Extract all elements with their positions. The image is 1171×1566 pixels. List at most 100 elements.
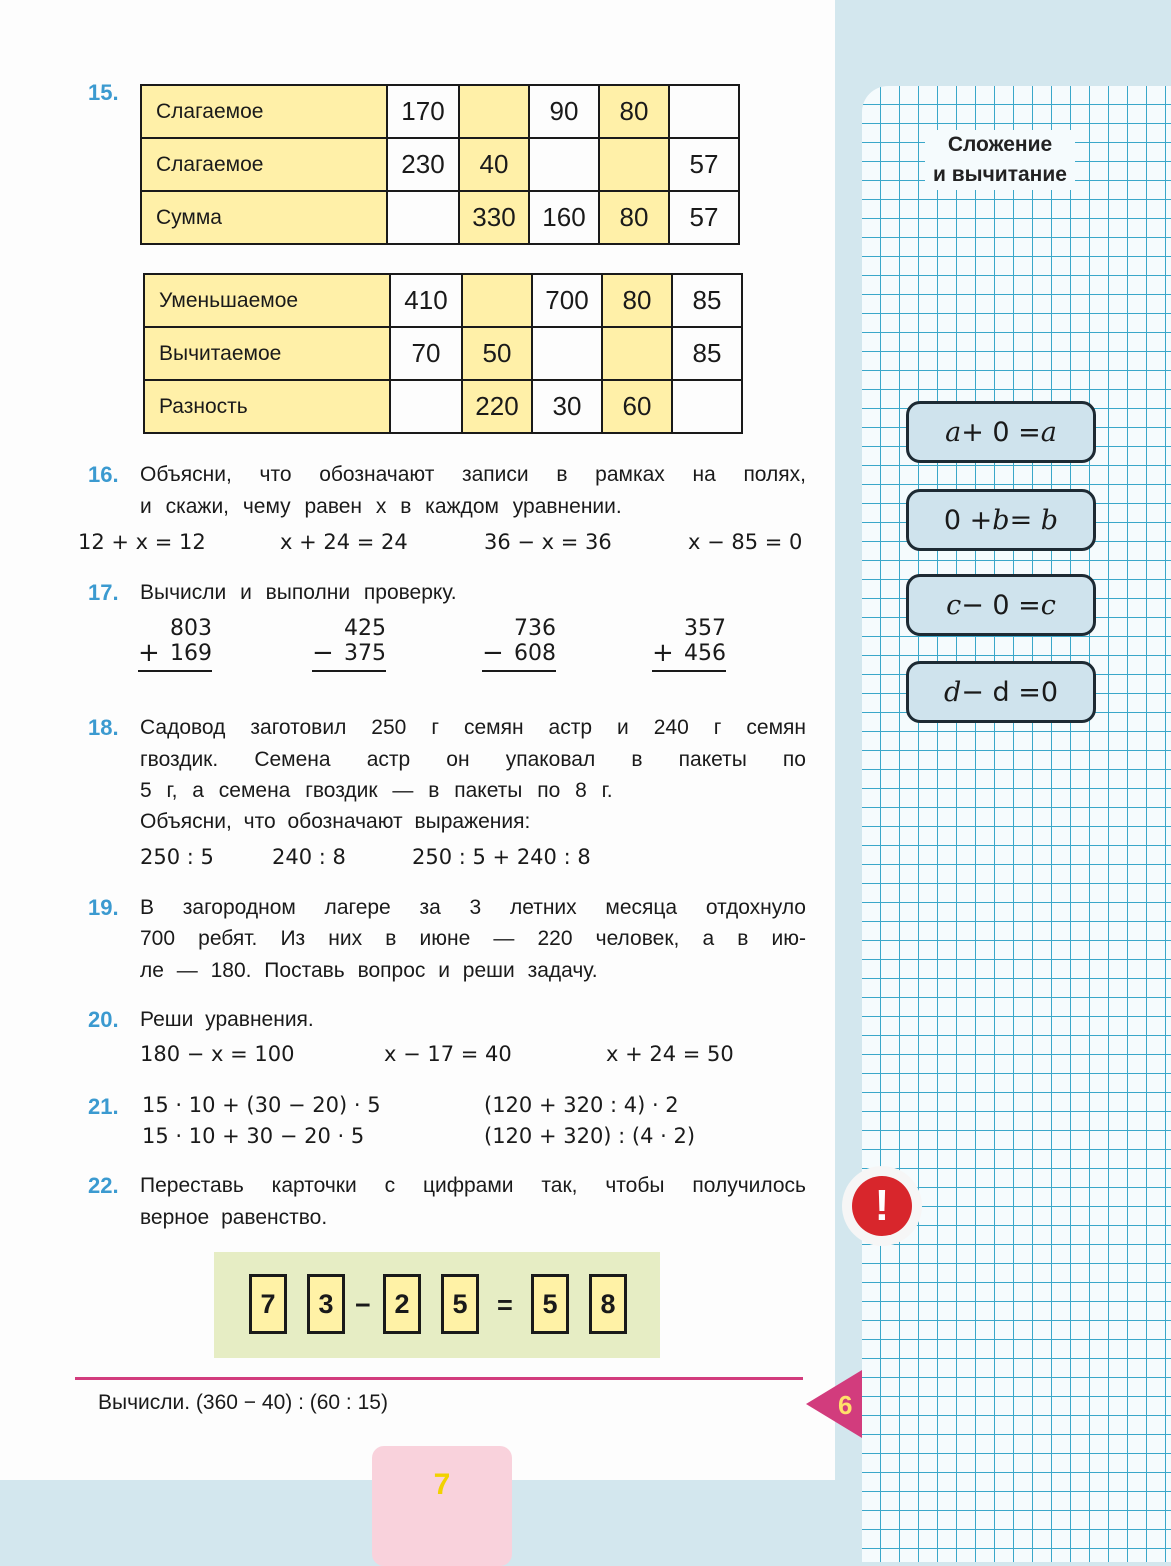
expression: (120 + 320) : (4 · 2) <box>484 1124 696 1148</box>
row-label: Слагаемое <box>140 84 388 139</box>
task-19-line-3: ле — 180. Поставь вопрос и реши задачу. <box>140 959 598 982</box>
task-19-number: 19. <box>88 895 119 920</box>
operand-top: 357 <box>684 616 726 641</box>
table-cell: 70 <box>389 326 463 381</box>
column-computation: + 357 456 <box>652 616 726 672</box>
digit-card[interactable]: 5 <box>531 1274 569 1334</box>
task-18-line-4: Объясни, что обозначают выражения: <box>140 810 531 833</box>
task-18-line-3: 5 г, а семена гвоздик — в пакеты по 8 г. <box>140 779 613 802</box>
table-cell: 30 <box>531 379 603 434</box>
operand-top: 425 <box>344 616 386 641</box>
extra-task: Вычисли. (360 − 40) : (60 : 15) <box>98 1391 388 1414</box>
expression: 15 · 10 + 30 − 20 · 5 <box>142 1124 365 1148</box>
section-marker-number: 6 <box>838 1390 853 1420</box>
rule-2-left: 0 + <box>943 504 993 536</box>
row-label: Уменьшаемое <box>143 273 391 328</box>
task-22-line-2: верное равенство. <box>140 1206 328 1229</box>
table-cell: 90 <box>528 84 600 139</box>
column-computation: + 803 169 <box>138 616 212 672</box>
plus-sign: + <box>138 638 160 668</box>
digit-card[interactable]: 7 <box>249 1274 287 1334</box>
table-cell: 57 <box>668 137 740 192</box>
exclamation-icon: ! <box>852 1176 912 1236</box>
table-cell <box>458 84 530 139</box>
rule-4-var: d <box>943 676 962 708</box>
result-line <box>652 670 726 672</box>
digit-card[interactable]: 8 <box>589 1274 627 1334</box>
task-19-line-2: 700 ребят. Из них в июне — 220 человек, … <box>140 927 806 950</box>
expression: 250 : 5 <box>140 845 214 869</box>
rule-1-op: + 0 = <box>961 416 1041 448</box>
page-number: 7 <box>433 1468 451 1501</box>
attention-icon: ! <box>842 1166 922 1246</box>
table-cell <box>461 273 533 328</box>
rule-card-4: d − d = 0 <box>906 661 1096 723</box>
table-cell <box>601 326 673 381</box>
row-label: Слагаемое <box>140 137 388 192</box>
digit-card[interactable]: 2 <box>383 1274 421 1334</box>
operand-top: 803 <box>170 616 212 641</box>
digit-card[interactable]: 3 <box>307 1274 345 1334</box>
table-cell: 60 <box>601 379 673 434</box>
rule-card-1: a + 0 = a <box>906 401 1096 463</box>
operand-top: 736 <box>514 616 556 641</box>
table-cell: 85 <box>671 326 743 381</box>
row-label: Сумма <box>140 190 388 245</box>
equals-sign: = <box>497 1290 513 1320</box>
task-16-number: 16. <box>88 462 119 487</box>
operand-bottom: 169 <box>170 641 212 666</box>
table-cell: 80 <box>601 273 673 328</box>
table-cell: 57 <box>668 190 740 245</box>
rule-1-result: a <box>1040 416 1057 448</box>
rule-card-2: 0 + b = b <box>906 489 1096 551</box>
table-cell: 230 <box>386 137 460 192</box>
table-cell <box>668 84 740 139</box>
result-line <box>482 670 556 672</box>
task-22-line-1: Переставь карточки с цифрами так, чтобы … <box>140 1174 806 1197</box>
table-cell: 160 <box>528 190 600 245</box>
topic-line-2: и вычитание <box>933 163 1067 186</box>
task-16-line-2: и скажи, чему равен x в каждом уравнении… <box>140 495 622 518</box>
sum-table: Слагаемое 170 90 80 Слагаемое 230 40 57 … <box>140 84 740 245</box>
table-cell: 40 <box>458 137 530 192</box>
table-cell: 85 <box>671 273 743 328</box>
rule-4-result: 0 <box>1040 676 1059 708</box>
minus-sign: − <box>355 1290 371 1320</box>
equation: x − 85 = 0 <box>688 530 803 554</box>
table-cell: 410 <box>389 273 463 328</box>
expression: 250 : 5 + 240 : 8 <box>412 845 591 869</box>
table-cell: 80 <box>598 190 670 245</box>
rule-3-op: − 0 = <box>961 589 1041 621</box>
rule-3-result: c <box>1040 589 1056 621</box>
minus-sign: − <box>482 638 504 668</box>
task-20-number: 20. <box>88 1007 119 1032</box>
table-cell: 170 <box>386 84 460 139</box>
operand-bottom: 608 <box>514 641 556 666</box>
digit-card[interactable]: 5 <box>441 1274 479 1334</box>
equation: 12 + x = 12 <box>78 530 206 554</box>
table-cell: 700 <box>531 273 603 328</box>
task-15-number: 15. <box>88 80 119 105</box>
section-marker-icon <box>806 1370 862 1438</box>
task-18-line-2: гвоздик. Семена астр он упаковал в пакет… <box>140 748 806 771</box>
equation: 180 − x = 100 <box>140 1042 295 1066</box>
table-cell: 80 <box>598 84 670 139</box>
equation: x + 24 = 24 <box>280 530 408 554</box>
task-17-text: Вычисли и выполни проверку. <box>140 581 457 604</box>
table-cell <box>528 137 600 192</box>
rule-1-var: a <box>945 416 962 448</box>
column-computation: − 736 608 <box>482 616 556 672</box>
rule-3-var: c <box>946 589 962 621</box>
column-computation: − 425 375 <box>312 616 386 672</box>
row-label: Вычитаемое <box>143 326 391 381</box>
row-label: Разность <box>143 379 391 434</box>
difference-table: Уменьшаемое 410 700 80 85 Вычитаемое 70 … <box>143 273 743 434</box>
table-cell: 50 <box>461 326 533 381</box>
task-18-number: 18. <box>88 715 119 740</box>
task-17-number: 17. <box>88 580 119 605</box>
minus-sign: − <box>312 638 334 668</box>
topic-title: Сложение и вычитание <box>925 130 1075 190</box>
grid-paper <box>862 86 1171 1562</box>
topic-line-1: Сложение <box>947 133 1053 156</box>
table-cell <box>671 379 743 434</box>
